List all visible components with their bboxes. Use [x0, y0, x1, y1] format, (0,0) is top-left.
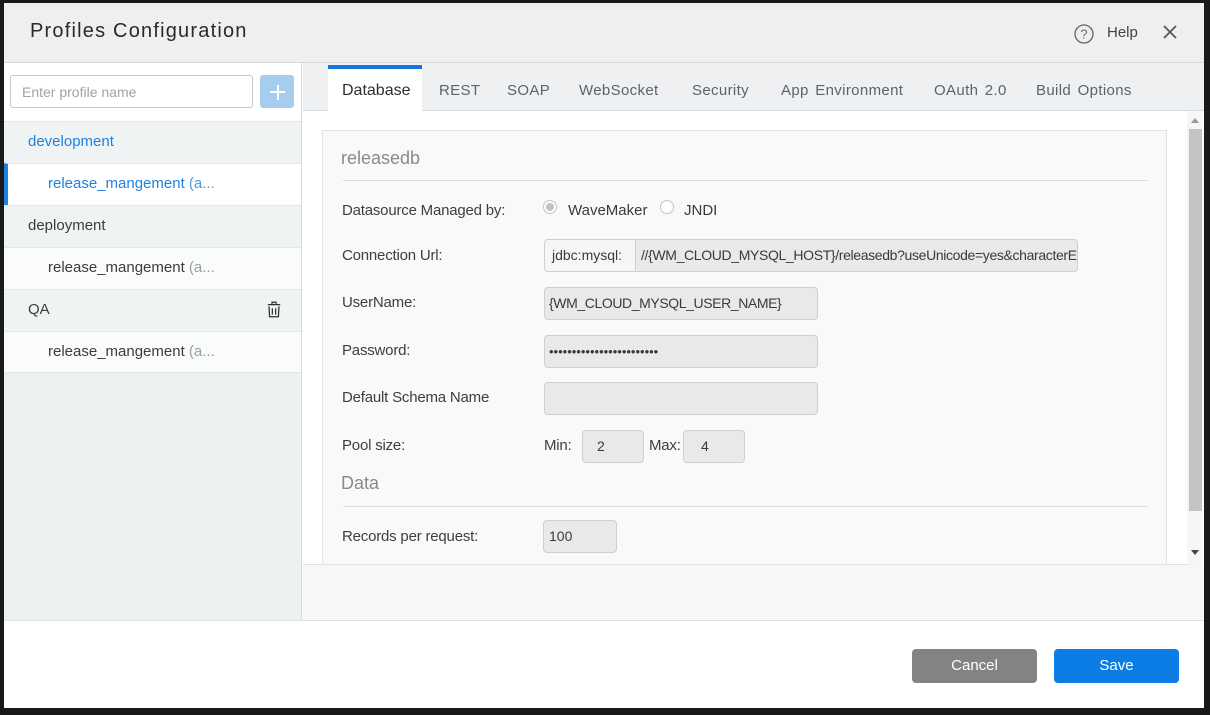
svg-text:?: ? [1080, 27, 1087, 42]
